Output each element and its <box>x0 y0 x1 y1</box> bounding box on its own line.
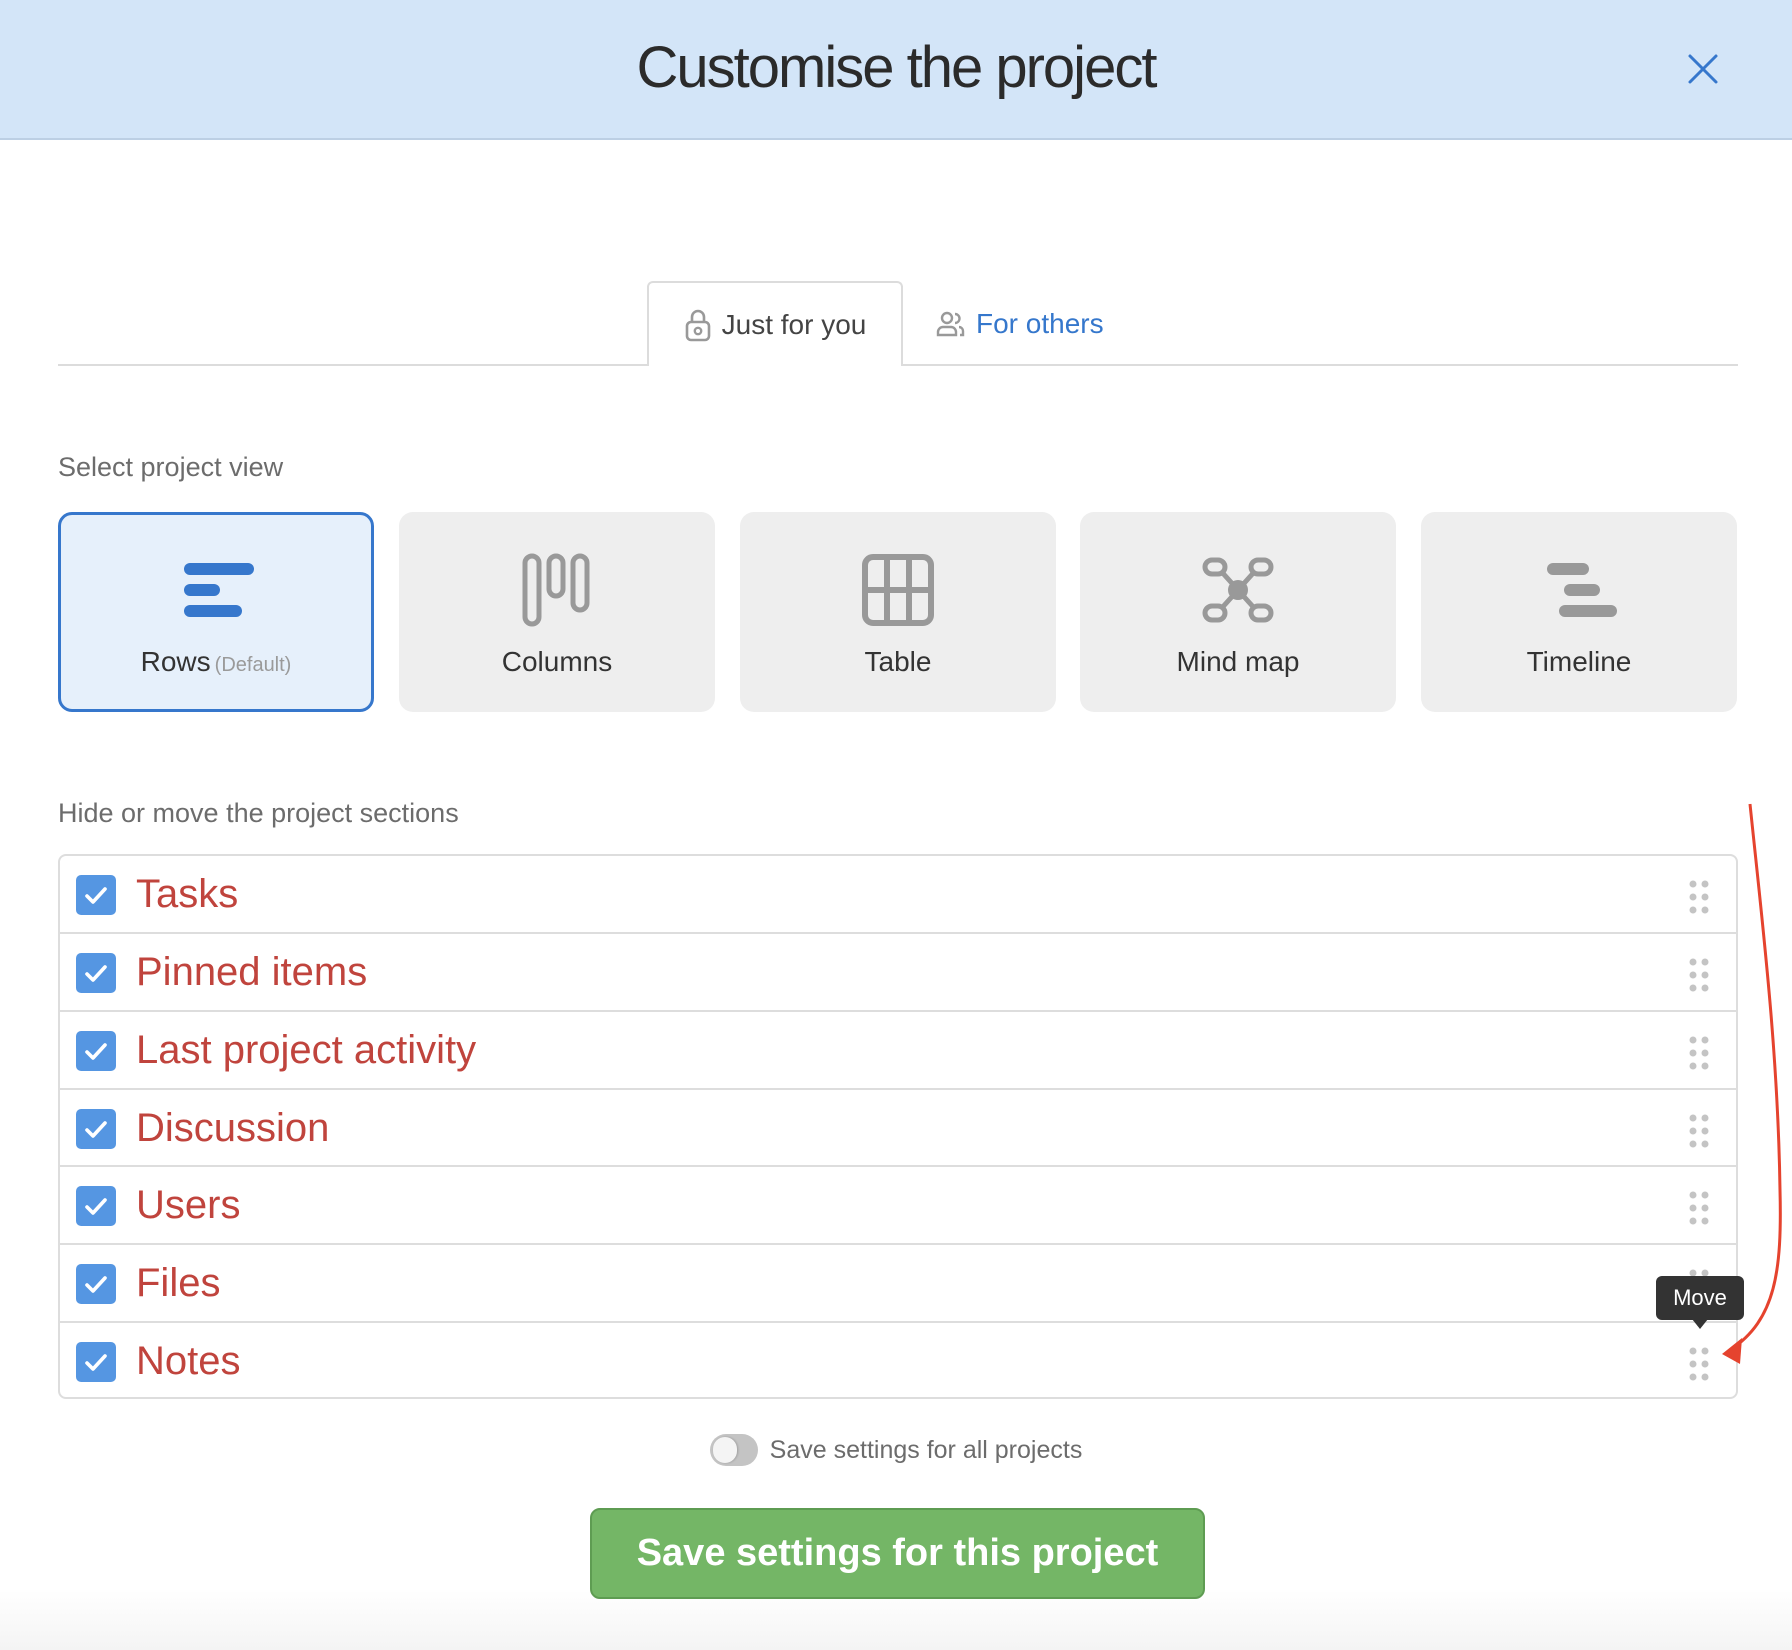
section-checkbox[interactable] <box>76 1108 116 1149</box>
default-badge: (Default) <box>214 654 292 676</box>
drag-handle[interactable] <box>1689 1036 1711 1070</box>
section-checkbox[interactable] <box>76 1342 116 1383</box>
drag-dots-icon <box>1689 880 1709 914</box>
checkmark-icon <box>85 1042 107 1060</box>
section-row: Pinned items <box>60 934 1736 1012</box>
sections-list: Tasks Pinned items Last project activity Di… <box>58 854 1738 1399</box>
section-name: Notes <box>136 1339 241 1384</box>
save-all-toggle[interactable] <box>709 1434 758 1466</box>
drag-handle[interactable] <box>1689 1347 1711 1381</box>
section-row: Files <box>60 1245 1736 1324</box>
view-option-rows[interactable]: Rows (Default) <box>58 512 374 712</box>
timeline-icon <box>1421 552 1737 628</box>
view-name: Mind map <box>1176 646 1300 677</box>
sections-label: Hide or move the project sections <box>58 798 459 828</box>
close-icon <box>1688 54 1718 84</box>
mind-map-icon <box>1080 552 1396 628</box>
drag-dots-icon <box>1689 958 1709 992</box>
section-row: Last project activity <box>60 1012 1736 1090</box>
view-option-mind-map[interactable]: Mind map <box>1080 512 1396 712</box>
checkmark-icon <box>85 887 107 904</box>
rows-icon <box>61 552 371 628</box>
section-checkbox[interactable] <box>76 952 116 993</box>
close-button[interactable] <box>1684 50 1722 88</box>
view-name: Columns <box>501 646 613 677</box>
section-name: Pinned items <box>136 949 368 994</box>
checkmark-icon <box>85 965 107 982</box>
tab-for-others[interactable]: For others <box>936 281 1104 366</box>
save-project-settings-button[interactable]: Save settings for this project <box>590 1508 1205 1599</box>
section-checkbox[interactable] <box>76 1264 116 1305</box>
lock-icon <box>684 308 712 342</box>
table-icon <box>740 552 1056 628</box>
bottom-fade <box>0 1590 1792 1650</box>
dialog-header: Customise the project <box>0 0 1792 140</box>
view-option-table[interactable]: Table <box>740 512 1056 712</box>
customise-project-dialog: Customise the project Just for you For o… <box>0 0 1792 1650</box>
tab-just-for-you[interactable]: Just for you <box>647 281 903 366</box>
section-row: Users <box>60 1167 1736 1246</box>
tab-label: For others <box>976 307 1104 339</box>
section-row: Tasks <box>60 856 1736 934</box>
section-name: Tasks <box>136 872 239 916</box>
dialog-title: Customise the project <box>636 35 1158 100</box>
drag-handle[interactable] <box>1689 958 1711 992</box>
drag-handle[interactable] <box>1689 880 1711 914</box>
checkmark-icon <box>85 1120 107 1138</box>
section-name: Last project activity <box>136 1027 477 1072</box>
section-checkbox[interactable] <box>76 875 116 915</box>
section-checkbox[interactable] <box>76 1030 116 1071</box>
section-name: Users <box>136 1183 241 1228</box>
drag-dots-icon <box>1689 1036 1709 1070</box>
view-option-timeline[interactable]: Timeline <box>1421 512 1737 712</box>
section-checkbox[interactable] <box>76 1186 116 1227</box>
drag-dots-icon <box>1689 1347 1709 1381</box>
save-all-label: Save settings for all projects <box>769 1435 1083 1464</box>
checkmark-icon <box>85 1198 107 1216</box>
view-option-columns[interactable]: Columns <box>399 512 715 712</box>
section-row: Notes <box>60 1323 1736 1401</box>
save-all-toggle-row: Save settings for all projects <box>0 1434 1792 1466</box>
drag-handle[interactable] <box>1689 1114 1711 1148</box>
move-tooltip: Move <box>1656 1276 1744 1329</box>
toggle-knob <box>712 1437 737 1463</box>
columns-icon <box>399 552 715 628</box>
checkmark-icon <box>85 1276 107 1294</box>
drag-dots-icon <box>1689 1191 1709 1225</box>
view-name: Timeline <box>1526 646 1632 677</box>
view-name: Rows <box>140 646 211 677</box>
select-view-label: Select project view <box>58 452 284 482</box>
section-row: Discussion <box>60 1090 1736 1168</box>
tab-label: Just for you <box>721 308 867 340</box>
drag-dots-icon <box>1689 1114 1709 1148</box>
checkmark-icon <box>85 1354 107 1371</box>
section-name: Files <box>136 1261 221 1306</box>
view-name: Table <box>864 646 932 677</box>
users-icon <box>936 310 966 338</box>
drag-handle[interactable] <box>1689 1191 1711 1225</box>
section-name: Discussion <box>136 1105 330 1150</box>
